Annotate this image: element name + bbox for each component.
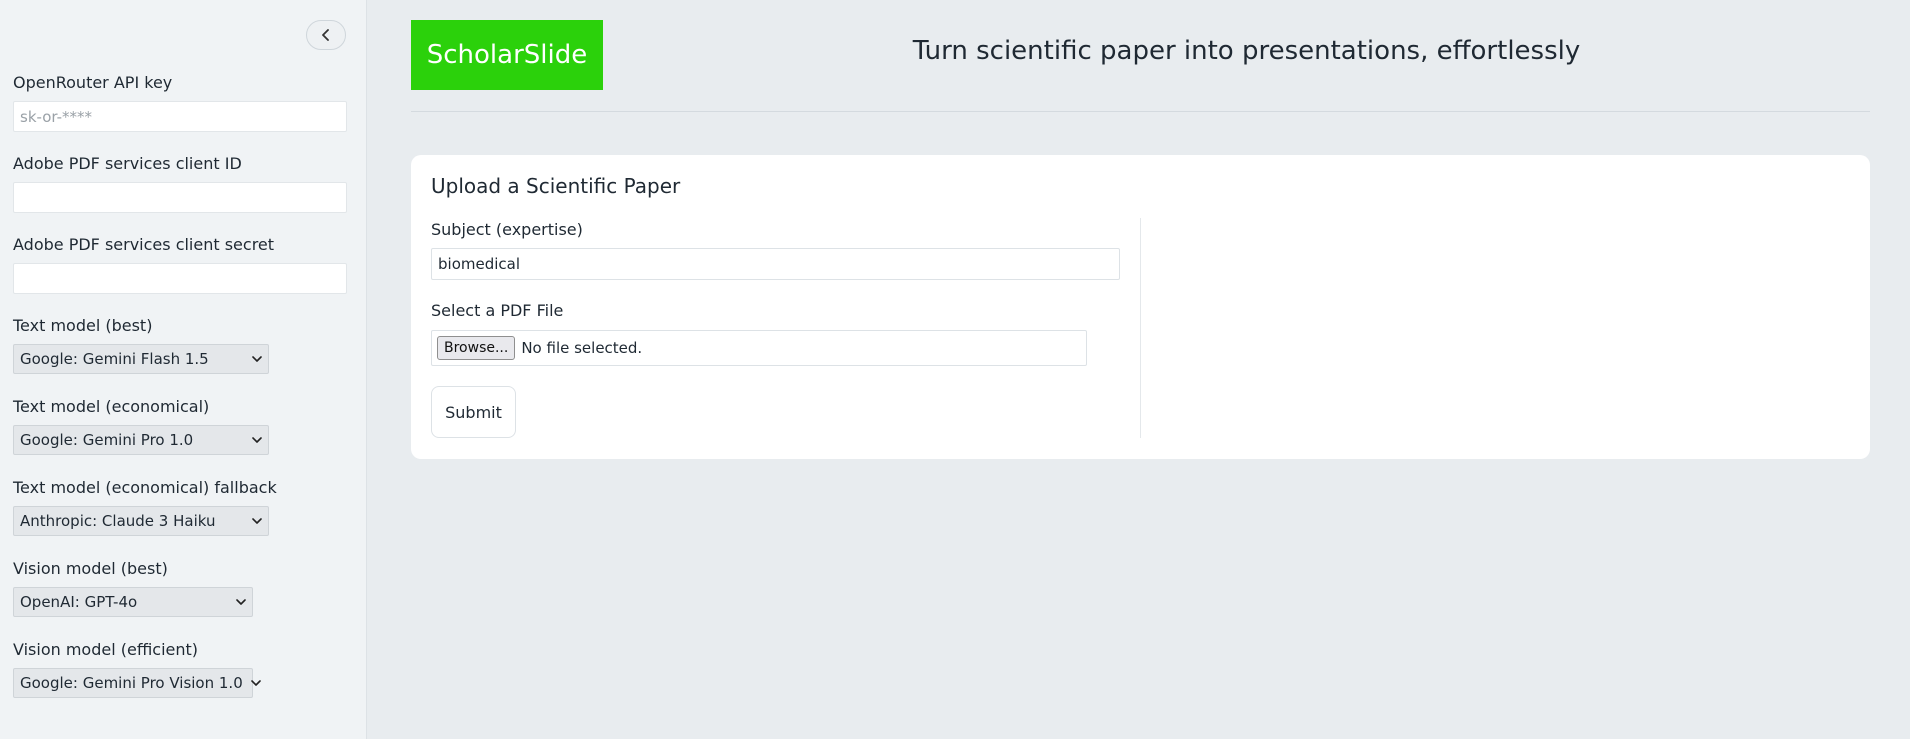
vision-model-efficient-select[interactable]: Google: Gemini Pro Vision 1.0 [13,668,261,698]
text-model-economical-field: Text model (economical) Google: Gemini P… [13,397,269,455]
vision-model-efficient-field: Vision model (efficient) Google: Gemini … [13,640,261,698]
text-model-fallback-label: Text model (economical) fallback [13,478,277,497]
upload-card-title: Upload a Scientific Paper [431,174,681,198]
chevron-down-icon [250,679,261,687]
vision-model-efficient-label: Vision model (efficient) [13,640,199,659]
browse-button[interactable]: Browse... [437,336,516,360]
chevron-down-icon [236,598,246,606]
text-model-best-field: Text model (best) Google: Gemini Flash 1… [13,316,269,374]
openrouter-api-key-label: OpenRouter API key [13,73,173,92]
text-model-fallback-field: Text model (economical) fallback Anthrop… [13,478,277,536]
vision-model-best-value: OpenAI: GPT-4o [20,593,138,611]
text-model-fallback-value: Anthropic: Claude 3 Haiku [20,512,216,530]
submit-button[interactable]: Submit [431,386,516,438]
file-status-text: No file selected. [521,339,643,357]
text-model-economical-value: Google: Gemini Pro 1.0 [20,431,194,449]
file-select-label: Select a PDF File [431,301,564,320]
sidebar: OpenRouter API key Adobe PDF services cl… [0,0,367,739]
adobe-client-secret-field: Adobe PDF services client secret [13,235,347,294]
text-model-economical-select[interactable]: Google: Gemini Pro 1.0 [13,425,269,455]
adobe-client-id-label: Adobe PDF services client ID [13,154,242,173]
adobe-client-secret-label: Adobe PDF services client secret [13,235,275,254]
text-model-best-select[interactable]: Google: Gemini Flash 1.5 [13,344,269,374]
chevron-down-icon [252,436,262,444]
vision-model-best-select[interactable]: OpenAI: GPT-4o [13,587,253,617]
adobe-client-secret-input[interactable] [13,263,347,294]
openrouter-api-key-input[interactable] [13,101,347,132]
header-divider [411,111,1870,112]
pdf-file-input[interactable]: Browse... No file selected. [431,330,1087,366]
adobe-client-id-input[interactable] [13,182,347,213]
vision-model-best-field: Vision model (best) OpenAI: GPT-4o [13,559,253,617]
text-model-best-value: Google: Gemini Flash 1.5 [20,350,209,368]
adobe-client-id-field: Adobe PDF services client ID [13,154,347,213]
vision-model-efficient-value: Google: Gemini Pro Vision 1.0 [20,674,243,692]
subject-label: Subject (expertise) [431,220,583,239]
subject-input[interactable] [431,248,1120,280]
chevron-left-icon [321,26,331,45]
chevron-down-icon [252,355,262,363]
text-model-economical-label: Text model (economical) [13,397,210,416]
collapse-sidebar-button[interactable] [306,20,346,50]
upload-card: Upload a Scientific Paper Subject (exper… [411,155,1870,459]
vision-model-best-label: Vision model (best) [13,559,168,578]
chevron-down-icon [252,517,262,525]
page-tagline: Turn scientific paper into presentations… [912,36,1581,66]
text-model-best-label: Text model (best) [13,316,153,335]
scholarslide-logo: ScholarSlide [411,20,603,90]
text-model-fallback-select[interactable]: Anthropic: Claude 3 Haiku [13,506,269,536]
card-column-divider [1140,218,1141,438]
openrouter-api-key-field: OpenRouter API key [13,73,347,132]
